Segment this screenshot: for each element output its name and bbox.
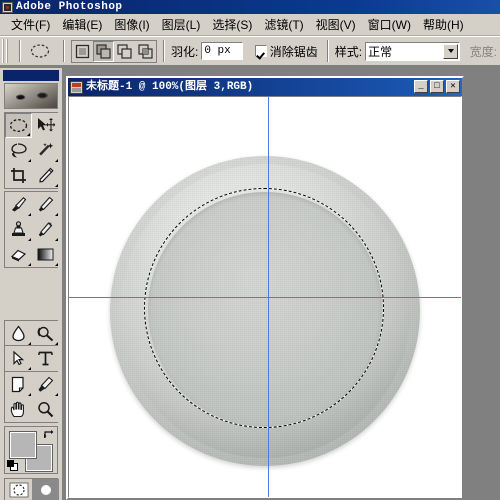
tool-group-retouch <box>4 191 59 268</box>
menu-filter[interactable]: 滤镜(T) <box>258 15 309 35</box>
tool-group-selection <box>4 112 59 189</box>
feather-input[interactable]: 0 px <box>201 42 244 60</box>
menu-view[interactable]: 视图(V) <box>310 15 362 35</box>
tool-elliptical-marquee[interactable] <box>5 113 32 138</box>
document-icon <box>70 80 83 94</box>
swap-colors-icon[interactable] <box>43 429 54 440</box>
document-window: 未标题-1 @ 100%(图层 3,RGB) _ □ ✕ <box>66 76 464 500</box>
style-select[interactable]: 正常 <box>365 41 461 61</box>
tool-eyedropper[interactable] <box>32 372 59 397</box>
selection-mode-group <box>71 39 157 63</box>
tool-group-utility <box>4 371 59 423</box>
document-titlebar[interactable]: 未标题-1 @ 100%(图层 3,RGB) _ □ ✕ <box>68 78 462 96</box>
intersect-selection-icon[interactable] <box>135 40 156 62</box>
default-colors-icon[interactable] <box>7 460 18 471</box>
minimize-button[interactable]: _ <box>414 80 428 93</box>
tool-type[interactable] <box>32 346 59 371</box>
menu-select[interactable]: 选择(S) <box>206 15 258 35</box>
tool-magic-wand[interactable] <box>32 138 59 163</box>
options-divider-2 <box>63 40 65 62</box>
tool-group-focus <box>4 320 59 347</box>
toolbox-titlebar[interactable] <box>3 70 59 81</box>
tool-hand[interactable] <box>5 397 32 422</box>
tool-dodge[interactable] <box>32 321 59 346</box>
tool-eraser[interactable] <box>5 242 32 267</box>
tool-notes[interactable] <box>5 372 32 397</box>
width-label: 宽度: <box>469 44 497 59</box>
menubar: 文件(F) 编辑(E) 图像(I) 图层(L) 选择(S) 滤镜(T) 视图(V… <box>0 14 500 36</box>
horizontal-guide[interactable] <box>69 297 461 298</box>
tool-crop[interactable] <box>5 163 32 188</box>
menu-edit[interactable]: 编辑(E) <box>56 15 108 35</box>
tool-zoom[interactable] <box>32 397 59 422</box>
application-title: Adobe Photoshop <box>16 1 123 13</box>
tool-lasso[interactable] <box>5 138 32 163</box>
toolbox-palette <box>0 68 63 500</box>
menu-window[interactable]: 窗口(W) <box>362 15 417 35</box>
tool-blur[interactable] <box>5 321 32 346</box>
elliptical-marquee-icon[interactable] <box>27 39 53 63</box>
options-divider <box>19 40 21 62</box>
tool-move[interactable] <box>32 113 59 138</box>
tool-options-bar: 羽化: 0 px 消除锯齿 样式: 正常 宽度: <box>0 36 500 66</box>
new-selection-icon[interactable] <box>72 40 93 62</box>
tool-gradient[interactable] <box>32 242 59 267</box>
tool-history-brush[interactable] <box>32 217 59 242</box>
tool-paintbrush[interactable] <box>32 192 59 217</box>
tool-clone-stamp[interactable] <box>5 217 32 242</box>
elliptical-marquee-selection <box>144 188 384 428</box>
menu-file[interactable]: 文件(F) <box>5 15 56 35</box>
style-label: 样式: <box>334 44 363 59</box>
menu-image[interactable]: 图像(I) <box>108 15 155 35</box>
close-button[interactable]: ✕ <box>446 80 460 93</box>
standard-mask-icon[interactable] <box>5 479 32 500</box>
tool-path-selection[interactable] <box>5 346 32 371</box>
antialias-label: 消除锯齿 <box>269 44 318 59</box>
style-select-value: 正常 <box>368 44 393 59</box>
document-window-buttons: _ □ ✕ <box>414 80 460 93</box>
document-title: 未标题-1 @ 100%(图层 3,RGB) <box>86 81 254 93</box>
color-swatches <box>4 426 58 474</box>
options-divider-4 <box>326 40 329 62</box>
application-titlebar: Adobe Photoshop <box>0 0 500 14</box>
chevron-down-icon[interactable] <box>443 43 459 59</box>
image-canvas[interactable] <box>68 96 462 498</box>
subtract-selection-icon[interactable] <box>114 40 135 62</box>
foreground-color-swatch[interactable] <box>9 431 37 459</box>
tool-slice[interactable] <box>32 163 59 188</box>
photoshop-eye-icon <box>2 1 13 13</box>
menu-help[interactable]: 帮助(H) <box>417 15 470 35</box>
options-divider-3 <box>163 40 165 62</box>
feather-label: 羽化: <box>171 44 199 59</box>
menu-layer[interactable]: 图层(L) <box>156 15 207 35</box>
photoshop-application-window: Adobe Photoshop 文件(F) 编辑(E) 图像(I) 图层(L) … <box>0 0 500 500</box>
antialias-checkbox[interactable] <box>254 45 267 57</box>
round-plate-image <box>110 156 420 466</box>
tool-healing-brush[interactable] <box>5 192 32 217</box>
add-selection-icon[interactable] <box>93 40 114 62</box>
photoshop-eye-banner[interactable] <box>4 83 58 109</box>
mask-mode-group <box>4 478 59 500</box>
quick-mask-icon[interactable] <box>32 479 59 500</box>
maximize-button[interactable]: □ <box>430 80 444 93</box>
options-bar-grip[interactable] <box>2 39 10 63</box>
